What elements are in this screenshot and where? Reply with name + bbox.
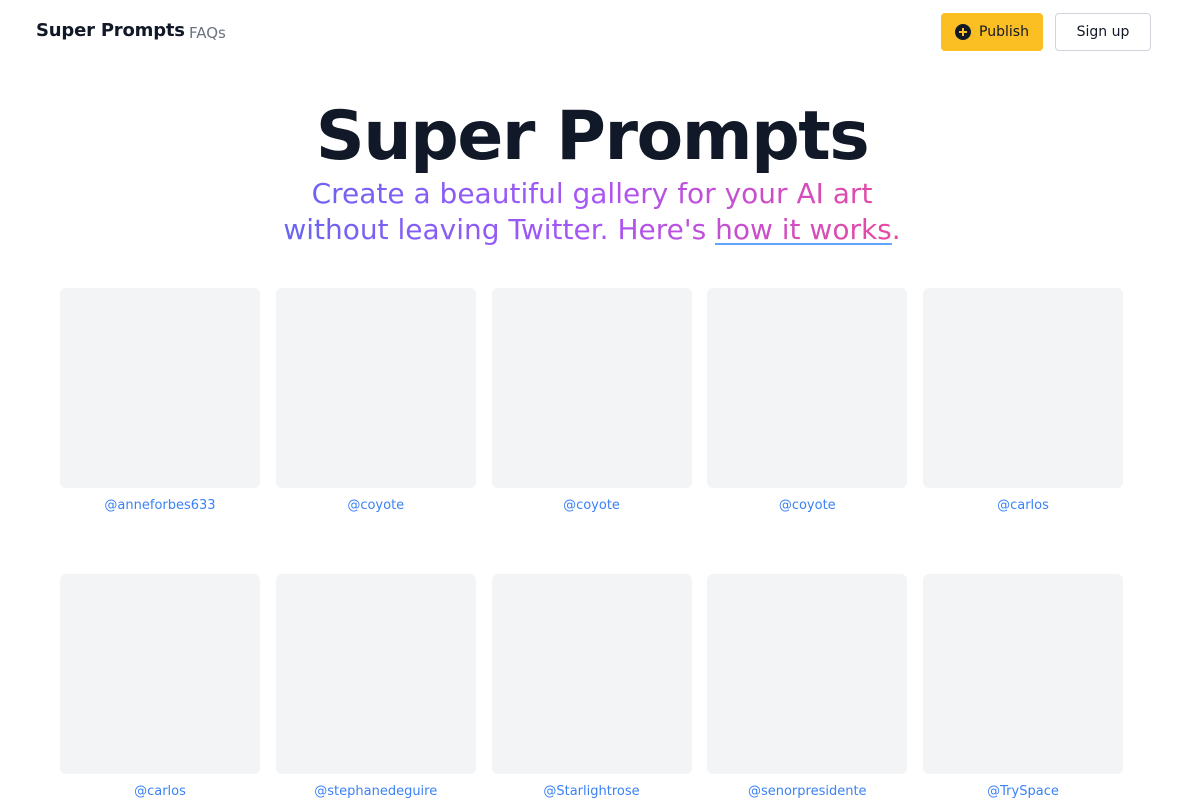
gallery-image-placeholder[interactable] — [60, 574, 260, 774]
sign-up-button[interactable]: Sign up — [1055, 13, 1151, 51]
author-handle-link[interactable]: @stephanedeguire — [314, 784, 437, 800]
gallery-image-placeholder[interactable] — [707, 574, 908, 774]
gallery-item: @stephanedeguire — [275, 574, 476, 800]
hero-subtitle: Create a beautiful gallery for your AI a… — [262, 176, 922, 248]
gallery-item: @anneforbes633 — [60, 288, 260, 514]
author-handle-link[interactable]: @Starlightrose — [543, 784, 639, 800]
gallery-image-placeholder[interactable] — [275, 288, 476, 488]
publish-label: Publish — [979, 24, 1029, 40]
gallery-item: @coyote — [707, 288, 908, 514]
top-nav: Super Prompts FAQs Publish Sign up — [0, 0, 1200, 66]
how-it-works-link[interactable]: how it works — [715, 213, 892, 246]
author-handle-link[interactable]: @carlos — [997, 498, 1049, 514]
author-handle-link[interactable]: @coyote — [563, 498, 620, 514]
gallery-image-placeholder[interactable] — [491, 288, 692, 488]
author-handle-link[interactable]: @coyote — [347, 498, 404, 514]
author-handle-link[interactable]: @TrySpace — [987, 784, 1059, 800]
publish-button[interactable]: Publish — [941, 13, 1043, 51]
gallery-item: @coyote — [491, 288, 692, 514]
gallery-image-placeholder[interactable] — [707, 288, 908, 488]
gallery-grid: @anneforbes633 @coyote @coyote @coyote @… — [60, 288, 1123, 800]
gallery-item: @coyote — [275, 288, 476, 514]
author-handle-link[interactable]: @anneforbes633 — [104, 498, 215, 514]
gallery-image-placeholder[interactable] — [60, 288, 260, 488]
gallery-image-placeholder[interactable] — [923, 574, 1123, 774]
author-handle-link[interactable]: @carlos — [134, 784, 186, 800]
gallery-image-placeholder[interactable] — [275, 574, 476, 774]
author-handle-link[interactable]: @senorpresidente — [748, 784, 867, 800]
gallery-image-placeholder[interactable] — [491, 574, 692, 774]
gallery-item: @Starlightrose — [491, 574, 692, 800]
page: Super Prompts FAQs Publish Sign up Super… — [0, 0, 1200, 800]
gallery-item: @carlos — [60, 574, 260, 800]
hero-title: Super Prompts — [315, 97, 870, 176]
hero-subtitle-period: . — [891, 213, 901, 246]
faqs-link[interactable]: FAQs — [189, 24, 226, 42]
gallery-item: @carlos — [923, 288, 1123, 514]
gallery-item: @senorpresidente — [707, 574, 908, 800]
plus-circle-icon — [955, 24, 972, 40]
author-handle-link[interactable]: @coyote — [779, 498, 836, 514]
gallery-item: @TrySpace — [923, 574, 1123, 800]
brand-logo-link[interactable]: Super Prompts — [36, 20, 185, 41]
gallery-image-placeholder[interactable] — [923, 288, 1123, 488]
